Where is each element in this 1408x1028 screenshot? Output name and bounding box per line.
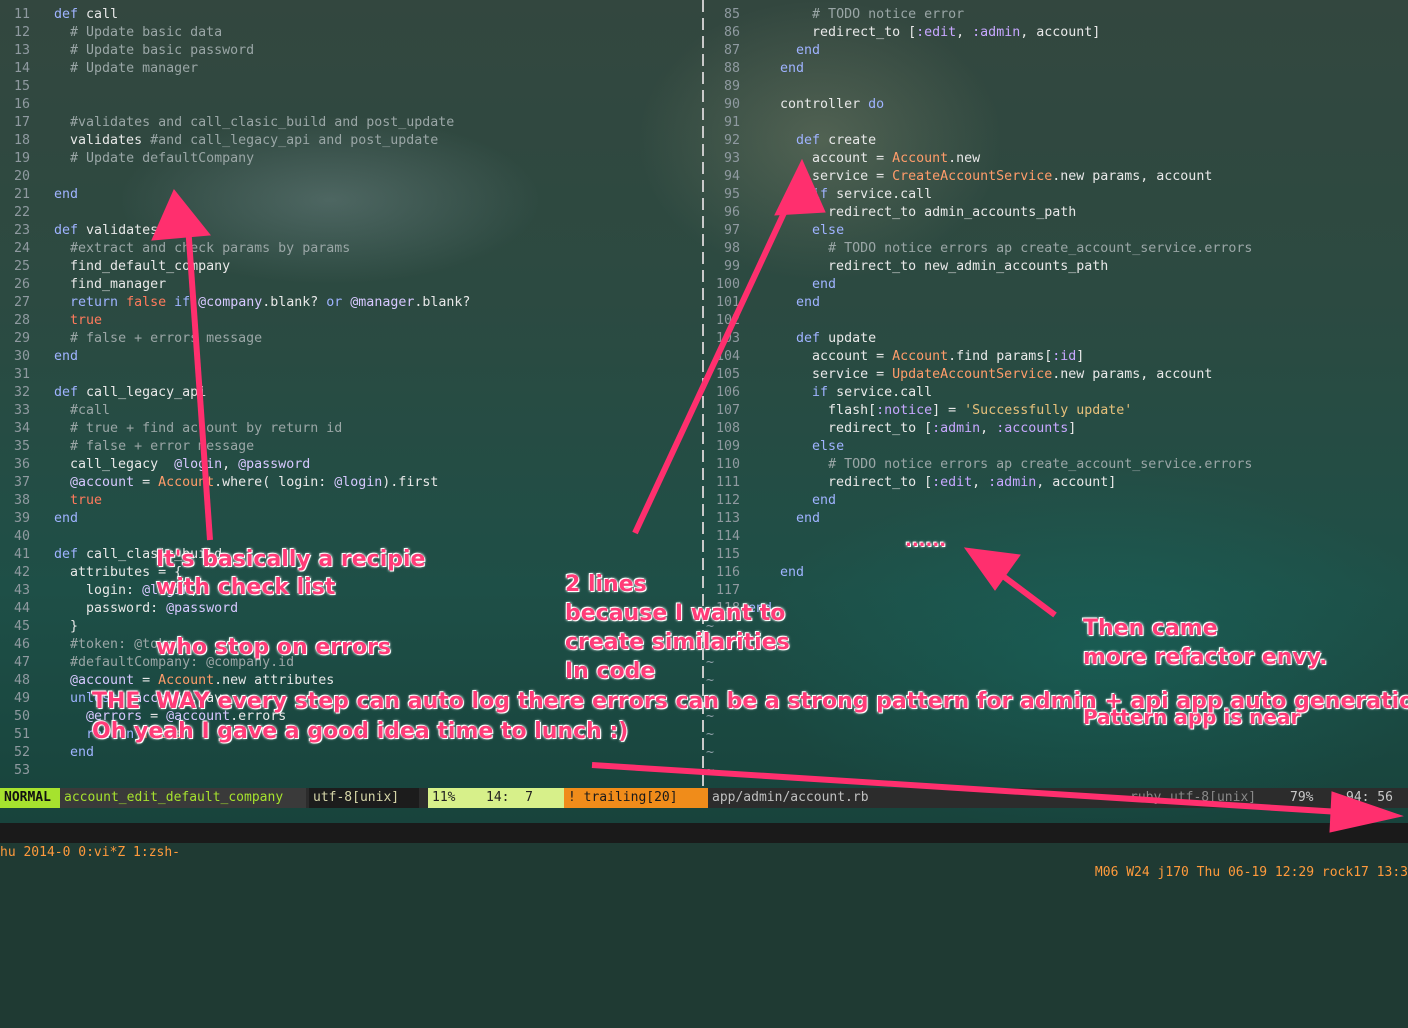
arrow-statusbar — [591, 762, 1341, 815]
tmux-windows[interactable]: hu 2014-0 0:vi*Z 1:zsh- — [0, 843, 180, 863]
annotation-the-way: THE WAY every step can auto log there er… — [92, 689, 1408, 714]
tmux-clock: M06 W24 j170 Thu 06-19 12:29 rock17 13:3 — [1094, 865, 1408, 880]
arrow-recipe — [185, 224, 213, 541]
annotation-lunch: Oh yeah I gave a good idea time to lunch… — [92, 719, 629, 744]
annotation-two-lines: 2 lines because I want to create similar… — [565, 572, 790, 684]
annotation-dots: ...... — [905, 530, 947, 551]
annotation-refactor: Then came more refactor envy. — [1083, 616, 1328, 670]
arrow-two-lines — [632, 198, 793, 535]
annotation-recipe: It's basically a recipie with check list — [156, 547, 426, 600]
arrow-recipe-head — [151, 189, 211, 241]
arrow-statusbar-head — [1329, 791, 1404, 833]
arrow-two-lines-head — [774, 158, 826, 216]
annotation-stop-on-errors: who stop on errors — [156, 635, 392, 660]
